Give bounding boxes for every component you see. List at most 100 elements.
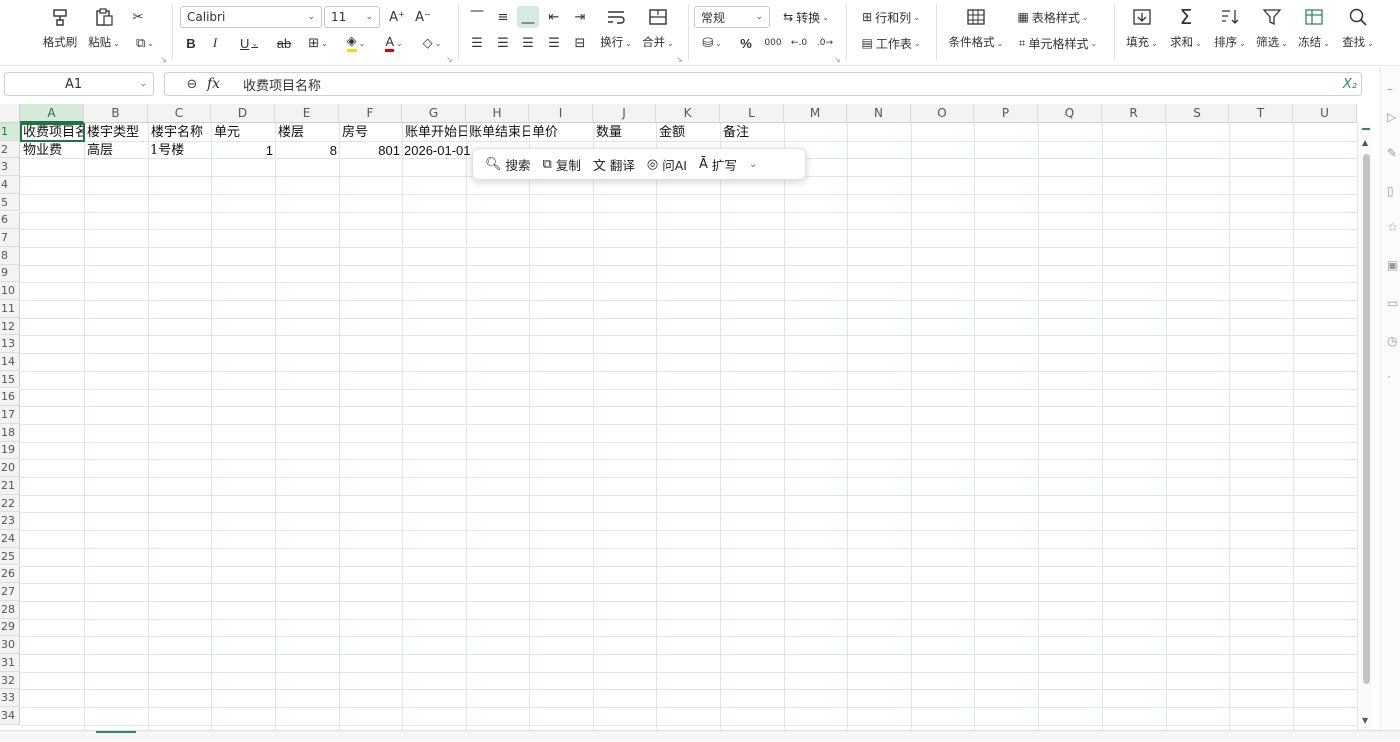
row-header-33[interactable]: 33: [0, 689, 20, 708]
wrap-text-button[interactable]: 换行 ⌄: [594, 6, 638, 50]
sum-button[interactable]: Σ 求和 ⌄: [1164, 5, 1208, 50]
format-painter-button[interactable]: 格式刷: [38, 6, 82, 50]
number-launcher-icon[interactable]: ↘: [834, 55, 841, 64]
alignment-launcher-icon[interactable]: ↘: [676, 55, 683, 64]
row-header-11[interactable]: 11: [0, 300, 20, 318]
percent-button[interactable]: %: [736, 32, 756, 54]
scroll-up-icon[interactable]: ▲: [1362, 138, 1368, 147]
italic-button[interactable]: I: [206, 32, 224, 54]
increase-font-button[interactable]: A⁺: [386, 6, 408, 28]
worksheet-button[interactable]: ▤ 工作表 ⌄: [856, 32, 926, 54]
find-button[interactable]: 查找 ⌄: [1336, 6, 1380, 50]
vertical-scrollbar[interactable]: ▲ ▼: [1360, 124, 1372, 730]
column-header-A[interactable]: A: [20, 104, 84, 123]
row-header-22[interactable]: 22: [0, 494, 20, 513]
scroll-down-icon[interactable]: ▼: [1362, 716, 1368, 725]
font-size-select[interactable]: 11 ⌄: [324, 6, 380, 28]
rows-cols-button[interactable]: ⊞ 行和列 ⌄: [856, 6, 926, 28]
row-header-10[interactable]: 10: [0, 282, 20, 300]
row-header-17[interactable]: 17: [0, 406, 20, 424]
cell-F2[interactable]: 801: [339, 142, 402, 159]
align-bottom-button[interactable]: ⎽: [517, 6, 539, 28]
more-options-button[interactable]: ⌄: [743, 159, 763, 170]
search-button[interactable]: 🔍︎ 搜索: [479, 155, 537, 174]
justify-button[interactable]: ☰: [543, 32, 565, 54]
select-all-corner[interactable]: [0, 104, 20, 123]
document-icon[interactable]: ▭: [1387, 296, 1398, 310]
collapse-icon[interactable]: –: [1387, 82, 1393, 96]
number-format-select[interactable]: 常规 ⌄: [694, 6, 770, 28]
column-header-Q[interactable]: Q: [1038, 104, 1102, 123]
row-header-9[interactable]: 9: [0, 264, 20, 283]
clipboard-launcher-icon[interactable]: ↘: [160, 55, 167, 64]
cell-K1[interactable]: 金额: [657, 124, 721, 141]
row-header-4[interactable]: 4: [0, 176, 20, 194]
decrease-font-button[interactable]: A⁻: [412, 6, 434, 28]
zoom-formula-icon[interactable]: ⊖: [177, 77, 207, 92]
ask-ai-button[interactable]: ◎ 问AI: [641, 155, 693, 174]
row-header-28[interactable]: 28: [0, 600, 20, 619]
row-header-1[interactable]: 1: [0, 123, 20, 141]
fill-color-button[interactable]: ◈ ⌄: [340, 32, 372, 54]
shape-icon[interactable]: ☆: [1387, 220, 1398, 234]
cell-C2[interactable]: 1号楼: [148, 142, 211, 159]
formula-assistant-icon[interactable]: X₂: [1343, 77, 1357, 92]
cell-B2[interactable]: 高层: [85, 142, 148, 159]
cell-B1[interactable]: 楼宇类型: [85, 124, 149, 141]
column-header-B[interactable]: B: [84, 104, 148, 123]
align-top-button[interactable]: ⎺: [466, 6, 488, 28]
translate-button[interactable]: 文翻译: [587, 155, 641, 174]
row-header-3[interactable]: 3: [0, 158, 20, 177]
underline-button[interactable]: U ⌄: [234, 32, 264, 54]
row-header-20[interactable]: 20: [0, 459, 20, 477]
strikethrough-button[interactable]: ab: [274, 32, 294, 54]
function-icon[interactable]: fx: [207, 76, 231, 92]
cell-G1[interactable]: 账单开始日期: [403, 124, 467, 141]
bold-button[interactable]: B: [182, 32, 200, 54]
row-header-15[interactable]: 15: [0, 370, 20, 389]
cell-G2[interactable]: 2026-01-01: [402, 142, 472, 159]
column-header-P[interactable]: P: [974, 104, 1038, 123]
row-header-5[interactable]: 5: [0, 193, 20, 212]
paste-button[interactable]: 粘贴 ⌄: [82, 6, 126, 50]
row-header-31[interactable]: 31: [0, 654, 20, 672]
align-middle-button[interactable]: ≡: [492, 6, 514, 28]
cell-F1[interactable]: 房号: [340, 124, 403, 141]
row-header-12[interactable]: 12: [0, 317, 20, 336]
row-header-34[interactable]: 34: [0, 707, 20, 725]
align-center-button[interactable]: ☰: [492, 32, 514, 54]
spreadsheet-grid[interactable]: ABCDEFGHIJKLMNOPQRSTU 1 2 3 4 5 6 7 8 9 10 11 12 13 1…: [0, 104, 1360, 730]
freeze-button[interactable]: 冻结 ⌄: [1292, 6, 1336, 50]
copy-button[interactable]: ⧉ ⌄: [130, 32, 160, 54]
font-color-button[interactable]: A ⌄: [378, 32, 410, 54]
column-header-M[interactable]: M: [784, 104, 847, 123]
row-header-23[interactable]: 23: [0, 512, 20, 531]
cell-H1[interactable]: 账单结束日期: [467, 124, 530, 141]
cut-button[interactable]: ✂: [128, 6, 148, 28]
row-header-6[interactable]: 6: [0, 211, 20, 230]
cell-J1[interactable]: 数量: [594, 124, 657, 141]
image-icon[interactable]: ▣: [1387, 258, 1398, 272]
row-header-27[interactable]: 27: [0, 583, 20, 601]
currency-button[interactable]: ⛁ ⌄: [698, 32, 726, 54]
column-header-F[interactable]: F: [339, 104, 402, 123]
row-header-18[interactable]: 18: [0, 423, 20, 442]
thousands-button[interactable]: 000: [762, 32, 784, 54]
row-header-16[interactable]: 16: [0, 388, 20, 407]
row-header-26[interactable]: 26: [0, 565, 20, 584]
row-header-7[interactable]: 7: [0, 229, 20, 247]
column-header-T[interactable]: T: [1229, 104, 1293, 123]
column-header-I[interactable]: I: [529, 104, 593, 123]
row-header-14[interactable]: 14: [0, 353, 20, 371]
formula-content[interactable]: 收费项目名称: [243, 75, 321, 94]
borders-button[interactable]: ⊞ ⌄: [302, 32, 334, 54]
cell-I1[interactable]: 单价: [530, 124, 594, 141]
column-header-R[interactable]: R: [1102, 104, 1166, 123]
column-header-J[interactable]: J: [593, 104, 656, 123]
name-box[interactable]: A1 ⌄: [4, 72, 154, 96]
column-header-L[interactable]: L: [720, 104, 784, 123]
row-header-24[interactable]: 24: [0, 530, 20, 548]
cell-D1[interactable]: 单元: [212, 124, 276, 141]
column-header-K[interactable]: K: [656, 104, 720, 123]
sort-button[interactable]: 排序 ⌄: [1208, 6, 1252, 50]
